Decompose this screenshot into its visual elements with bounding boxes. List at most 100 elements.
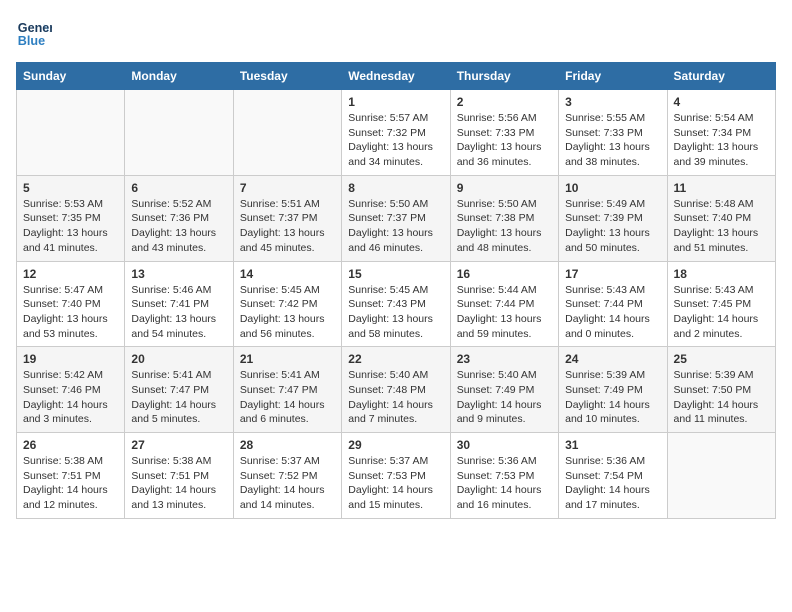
day-number: 26 [23,438,118,452]
day-number: 5 [23,181,118,195]
calendar-week-4: 19 Sunrise: 5:42 AM Sunset: 7:46 PM Dayli… [17,347,776,433]
day-info: Sunrise: 5:45 AM Sunset: 7:42 PM Dayligh… [240,283,335,342]
calendar-cell: 31 Sunrise: 5:36 AM Sunset: 7:54 PM Dayli… [559,433,667,519]
day-info: Sunrise: 5:53 AM Sunset: 7:35 PM Dayligh… [23,197,118,256]
calendar-cell [233,90,341,176]
calendar-cell [125,90,233,176]
header-tuesday: Tuesday [233,63,341,90]
calendar-cell: 1 Sunrise: 5:57 AM Sunset: 7:32 PM Daylig… [342,90,450,176]
day-number: 2 [457,95,552,109]
day-number: 28 [240,438,335,452]
day-number: 10 [565,181,660,195]
day-info: Sunrise: 5:56 AM Sunset: 7:33 PM Dayligh… [457,111,552,170]
day-info: Sunrise: 5:40 AM Sunset: 7:49 PM Dayligh… [457,368,552,427]
day-info: Sunrise: 5:49 AM Sunset: 7:39 PM Dayligh… [565,197,660,256]
day-number: 24 [565,352,660,366]
calendar-cell: 22 Sunrise: 5:40 AM Sunset: 7:48 PM Dayli… [342,347,450,433]
day-number: 11 [674,181,769,195]
day-info: Sunrise: 5:41 AM Sunset: 7:47 PM Dayligh… [131,368,226,427]
day-info: Sunrise: 5:55 AM Sunset: 7:33 PM Dayligh… [565,111,660,170]
calendar-cell: 16 Sunrise: 5:44 AM Sunset: 7:44 PM Dayli… [450,261,558,347]
day-info: Sunrise: 5:36 AM Sunset: 7:54 PM Dayligh… [565,454,660,513]
svg-text:Blue: Blue [18,34,45,48]
calendar-cell: 20 Sunrise: 5:41 AM Sunset: 7:47 PM Dayli… [125,347,233,433]
calendar-week-3: 12 Sunrise: 5:47 AM Sunset: 7:40 PM Dayli… [17,261,776,347]
day-number: 23 [457,352,552,366]
calendar-cell: 21Sunrise: 5:41 AM Sunset: 7:47 PM Dayli… [233,347,341,433]
calendar-cell: 27Sunrise: 5:38 AM Sunset: 7:51 PM Dayli… [125,433,233,519]
calendar-cell: 5 Sunrise: 5:53 AM Sunset: 7:35 PM Daylig… [17,175,125,261]
day-info: Sunrise: 5:43 AM Sunset: 7:45 PM Dayligh… [674,283,769,342]
day-number: 25 [674,352,769,366]
day-info: Sunrise: 5:39 AM Sunset: 7:50 PM Dayligh… [674,368,769,427]
header-saturday: Saturday [667,63,775,90]
calendar-cell: 7 Sunrise: 5:51 AM Sunset: 7:37 PM Daylig… [233,175,341,261]
calendar-cell: 23 Sunrise: 5:40 AM Sunset: 7:49 PM Dayli… [450,347,558,433]
calendar-header-row: SundayMondayTuesdayWednesdayThursdayFrid… [17,63,776,90]
day-number: 29 [348,438,443,452]
calendar-cell: 8Sunrise: 5:50 AM Sunset: 7:37 PM Daylig… [342,175,450,261]
calendar-week-2: 5 Sunrise: 5:53 AM Sunset: 7:35 PM Daylig… [17,175,776,261]
day-info: Sunrise: 5:38 AM Sunset: 7:51 PM Dayligh… [131,454,226,513]
day-info: Sunrise: 5:51 AM Sunset: 7:37 PM Dayligh… [240,197,335,256]
day-number: 19 [23,352,118,366]
day-number: 4 [674,95,769,109]
calendar-cell: 25 Sunrise: 5:39 AM Sunset: 7:50 PM Dayli… [667,347,775,433]
calendar-cell: 13Sunrise: 5:46 AM Sunset: 7:41 PM Dayli… [125,261,233,347]
calendar-cell: 6 Sunrise: 5:52 AM Sunset: 7:36 PM Daylig… [125,175,233,261]
header-friday: Friday [559,63,667,90]
calendar-cell: 15 Sunrise: 5:45 AM Sunset: 7:43 PM Dayli… [342,261,450,347]
day-number: 3 [565,95,660,109]
day-info: Sunrise: 5:52 AM Sunset: 7:36 PM Dayligh… [131,197,226,256]
day-number: 13 [131,267,226,281]
calendar-week-1: 1 Sunrise: 5:57 AM Sunset: 7:32 PM Daylig… [17,90,776,176]
day-number: 6 [131,181,226,195]
calendar-cell: 18Sunrise: 5:43 AM Sunset: 7:45 PM Dayli… [667,261,775,347]
day-info: Sunrise: 5:40 AM Sunset: 7:48 PM Dayligh… [348,368,443,427]
calendar-cell: 24 Sunrise: 5:39 AM Sunset: 7:49 PM Dayli… [559,347,667,433]
day-info: Sunrise: 5:57 AM Sunset: 7:32 PM Dayligh… [348,111,443,170]
calendar-cell: 4 Sunrise: 5:54 AM Sunset: 7:34 PM Daylig… [667,90,775,176]
day-number: 20 [131,352,226,366]
calendar-cell: 17 Sunrise: 5:43 AM Sunset: 7:44 PM Dayli… [559,261,667,347]
calendar-table: SundayMondayTuesdayWednesdayThursdayFrid… [16,62,776,519]
day-number: 17 [565,267,660,281]
day-number: 16 [457,267,552,281]
calendar-cell: 28 Sunrise: 5:37 AM Sunset: 7:52 PM Dayli… [233,433,341,519]
day-number: 30 [457,438,552,452]
day-info: Sunrise: 5:48 AM Sunset: 7:40 PM Dayligh… [674,197,769,256]
day-number: 15 [348,267,443,281]
calendar-week-5: 26 Sunrise: 5:38 AM Sunset: 7:51 PM Dayli… [17,433,776,519]
day-info: Sunrise: 5:54 AM Sunset: 7:34 PM Dayligh… [674,111,769,170]
header-monday: Monday [125,63,233,90]
day-info: Sunrise: 5:37 AM Sunset: 7:53 PM Dayligh… [348,454,443,513]
calendar-cell: 10 Sunrise: 5:49 AM Sunset: 7:39 PM Dayli… [559,175,667,261]
calendar-cell: 9Sunrise: 5:50 AM Sunset: 7:38 PM Daylig… [450,175,558,261]
day-info: Sunrise: 5:43 AM Sunset: 7:44 PM Dayligh… [565,283,660,342]
day-number: 21 [240,352,335,366]
day-info: Sunrise: 5:45 AM Sunset: 7:43 PM Dayligh… [348,283,443,342]
day-info: Sunrise: 5:36 AM Sunset: 7:53 PM Dayligh… [457,454,552,513]
header-wednesday: Wednesday [342,63,450,90]
day-number: 22 [348,352,443,366]
day-number: 9 [457,181,552,195]
header-thursday: Thursday [450,63,558,90]
day-number: 8 [348,181,443,195]
logo-icon: General Blue [16,16,52,52]
day-number: 12 [23,267,118,281]
day-info: Sunrise: 5:44 AM Sunset: 7:44 PM Dayligh… [457,283,552,342]
day-number: 31 [565,438,660,452]
calendar-cell [667,433,775,519]
day-info: Sunrise: 5:42 AM Sunset: 7:46 PM Dayligh… [23,368,118,427]
day-info: Sunrise: 5:37 AM Sunset: 7:52 PM Dayligh… [240,454,335,513]
day-number: 1 [348,95,443,109]
calendar-cell: 14 Sunrise: 5:45 AM Sunset: 7:42 PM Dayli… [233,261,341,347]
day-number: 7 [240,181,335,195]
calendar-cell: 29 Sunrise: 5:37 AM Sunset: 7:53 PM Dayli… [342,433,450,519]
calendar-cell [17,90,125,176]
day-number: 14 [240,267,335,281]
logo: General Blue [16,16,56,52]
calendar-cell: 12 Sunrise: 5:47 AM Sunset: 7:40 PM Dayli… [17,261,125,347]
day-info: Sunrise: 5:39 AM Sunset: 7:49 PM Dayligh… [565,368,660,427]
day-info: Sunrise: 5:47 AM Sunset: 7:40 PM Dayligh… [23,283,118,342]
